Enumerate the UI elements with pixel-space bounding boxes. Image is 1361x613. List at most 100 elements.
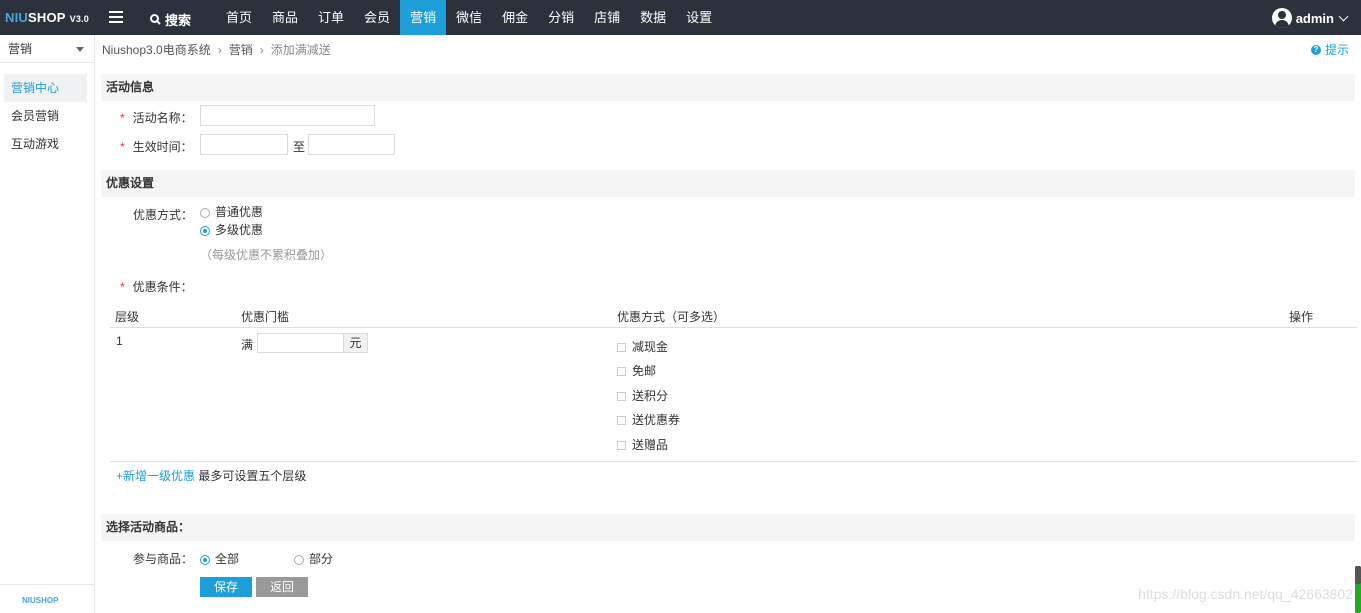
top-navbar: NIUSHOP V3.0 搜索 首页 商品 订单 会员 营销 微信 佣金 分销 店… <box>0 0 1361 35</box>
niushop-logo[interactable]: NIUSHOP V3.0 <box>5 10 89 25</box>
checkbox-icon <box>617 367 626 377</box>
discount-condition-label-text: 优惠条件： <box>132 280 193 294</box>
required-mark: * <box>120 111 125 125</box>
checkbox-icon <box>617 343 626 353</box>
checkbox-cash-discount[interactable]: 减现金 <box>617 338 668 355</box>
sidebar-footer-logo: NIUSHOP <box>22 596 59 605</box>
sidebar-divider <box>0 584 94 585</box>
sidebar-module-select[interactable]: 营销 <box>0 35 94 63</box>
table-bottom-divider <box>110 461 1357 462</box>
checkbox-coupon[interactable]: 送优惠券 <box>617 411 680 428</box>
goods-scope-label: 参与商品： <box>133 552 194 566</box>
start-time-input[interactable] <box>200 134 288 155</box>
radio-multi-label: 多级优惠 <box>215 223 264 237</box>
add-level-hint: 最多可设置五个层级 <box>198 469 307 483</box>
discount-mode-hint: （每级优惠不累积叠加） <box>200 248 333 262</box>
back-button[interactable]: 返回 <box>256 577 308 597</box>
activity-name-label: * 活动名称： <box>120 109 193 126</box>
section-activity-info: 活动信息 <box>101 74 1355 101</box>
nav-item-settings[interactable]: 设置 <box>676 0 722 35</box>
search-button[interactable]: 搜索 <box>150 10 191 29</box>
user-menu[interactable]: admin <box>1271 8 1349 28</box>
chevron-right-icon: › <box>217 42 222 57</box>
breadcrumb-marketing[interactable]: 营销 <box>229 41 253 58</box>
nav-item-marketing[interactable]: 营销 <box>400 0 447 35</box>
table-row-level: 1 <box>116 334 123 348</box>
effective-time-label-text: 生效时间： <box>132 140 193 154</box>
sidebar: 营销 营销中心 会员营销 互动游戏 NIUSHOP <box>0 35 95 613</box>
scrollbar-thumb[interactable] <box>1355 566 1361 584</box>
radio-multi-discount[interactable]: 多级优惠 <box>200 221 263 238</box>
time-separator: 至 <box>293 140 306 154</box>
search-label: 搜索 <box>165 13 192 28</box>
radio-all-goods[interactable]: 全部 <box>200 550 239 567</box>
radio-partial-goods[interactable]: 部分 <box>294 550 333 567</box>
discount-condition-label: * 优惠条件： <box>120 278 193 295</box>
breadcrumb: Niushop3.0电商系统 › 营销 › 添加满减送 <box>102 41 331 58</box>
logo-prefix: NIU <box>5 10 28 25</box>
add-level-link[interactable]: +新增一级优惠 <box>116 469 195 483</box>
radio-normal-discount[interactable]: 普通优惠 <box>200 203 263 220</box>
checkbox-icon <box>617 441 626 451</box>
version-label: V3.0 <box>69 14 89 24</box>
save-button[interactable]: 保存 <box>200 577 252 597</box>
checkbox-gift[interactable]: 送赠品 <box>617 436 668 453</box>
radio-all-goods-label: 全部 <box>215 552 240 566</box>
required-mark: * <box>120 280 125 294</box>
checkbox-icon <box>617 416 626 426</box>
checkbox-free-shipping[interactable]: 免邮 <box>617 362 656 379</box>
checkbox-coupon-label: 送优惠券 <box>632 413 681 427</box>
question-icon: ? <box>1310 44 1321 55</box>
logo-suffix: SHOP <box>28 10 66 25</box>
radio-checked-icon <box>200 554 210 565</box>
radio-checked-icon <box>200 225 210 236</box>
username: admin <box>1295 10 1334 26</box>
breadcrumb-current: 添加满减送 <box>270 43 331 57</box>
sidebar-item-marketing-center[interactable]: 营销中心 <box>4 74 87 102</box>
nav-item-store[interactable]: 店铺 <box>584 0 630 35</box>
breadcrumb-root[interactable]: Niushop3.0电商系统 <box>102 41 211 58</box>
activity-name-label-text: 活动名称： <box>132 111 193 125</box>
nav-item-orders[interactable]: 订单 <box>308 0 354 35</box>
search-icon <box>150 14 161 25</box>
checkbox-points-label: 送积分 <box>632 389 669 403</box>
radio-icon <box>200 207 210 218</box>
nav-item-members[interactable]: 会员 <box>354 0 400 35</box>
nav-item-home[interactable]: 首页 <box>216 0 262 35</box>
checkbox-cash-label: 减现金 <box>632 340 669 354</box>
table-header-level: 层级 <box>115 310 140 324</box>
checkbox-points[interactable]: 送积分 <box>617 387 668 404</box>
nav-item-commission[interactable]: 佣金 <box>492 0 538 35</box>
required-mark: * <box>120 140 125 154</box>
effective-time-label: * 生效时间： <box>120 138 193 155</box>
end-time-input[interactable] <box>308 134 395 155</box>
chevron-down-icon <box>1338 11 1349 21</box>
threshold-unit: 元 <box>344 333 368 353</box>
sidebar-select-value: 营销 <box>8 42 33 56</box>
checkbox-gift-label: 送赠品 <box>632 438 669 452</box>
sidebar-item-interactive-games[interactable]: 互动游戏 <box>4 130 87 158</box>
section-discount-settings: 优惠设置 <box>101 170 1355 197</box>
radio-normal-label: 普通优惠 <box>215 205 264 219</box>
help-tip[interactable]: ? 提示 <box>1310 41 1349 58</box>
threshold-amount-input[interactable] <box>257 333 344 353</box>
main-nav: 首页 商品 订单 会员 营销 微信 佣金 分销 店铺 数据 设置 <box>216 0 722 35</box>
table-header-threshold: 优惠门槛 <box>241 310 290 324</box>
add-level-row: +新增一级优惠 最多可设置五个层级 <box>116 467 306 484</box>
hamburger-menu-icon[interactable] <box>109 11 123 23</box>
checkbox-icon <box>617 392 626 402</box>
activity-name-input[interactable] <box>200 105 375 126</box>
radio-partial-goods-label: 部分 <box>309 552 334 566</box>
nav-item-distribution[interactable]: 分销 <box>538 0 584 35</box>
table-header-discount-type: 优惠方式（可多选） <box>617 310 726 324</box>
threshold-prefix: 满 <box>241 338 254 352</box>
table-header-actions: 操作 <box>1289 310 1314 324</box>
discount-mode-label: 优惠方式： <box>133 208 194 222</box>
radio-icon <box>294 554 304 565</box>
chevron-right-icon: › <box>259 42 264 57</box>
sidebar-item-member-marketing[interactable]: 会员营销 <box>4 102 87 130</box>
nav-item-wechat[interactable]: 微信 <box>446 0 492 35</box>
checkbox-free-shipping-label: 免邮 <box>632 364 657 378</box>
nav-item-goods[interactable]: 商品 <box>262 0 308 35</box>
nav-item-data[interactable]: 数据 <box>630 0 676 35</box>
